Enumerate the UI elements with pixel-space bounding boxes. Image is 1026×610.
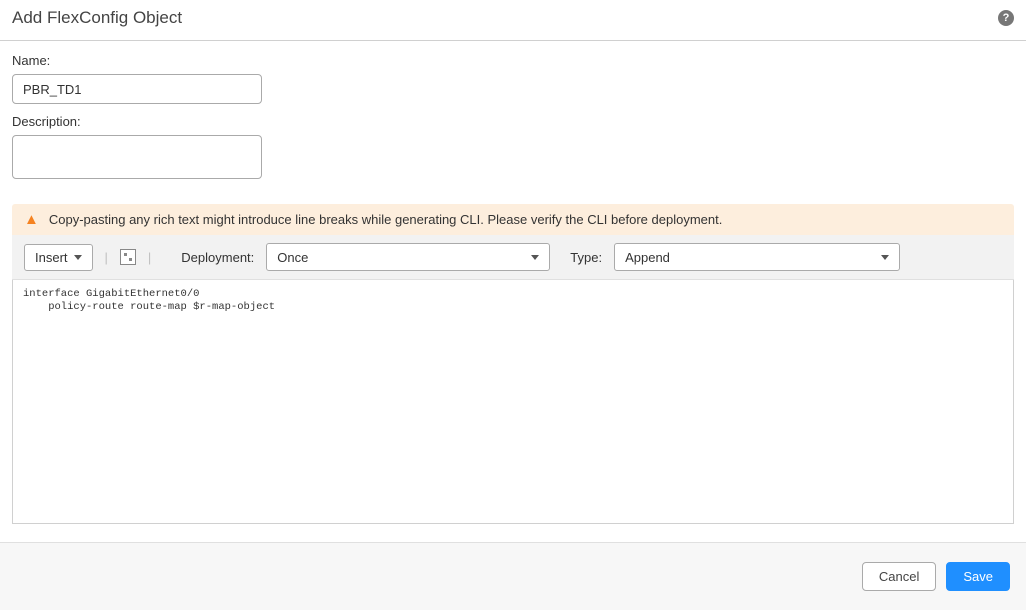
dialog-header: Add FlexConfig Object ? bbox=[0, 0, 1026, 41]
chevron-down-icon bbox=[881, 255, 889, 260]
warning-banner: ▲ Copy-pasting any rich text might intro… bbox=[12, 204, 1014, 235]
type-value: Append bbox=[625, 250, 670, 265]
type-select[interactable]: Append bbox=[614, 243, 900, 271]
deployment-select[interactable]: Once bbox=[266, 243, 550, 271]
dialog-title: Add FlexConfig Object bbox=[12, 8, 182, 28]
form-area: Name: Description: bbox=[0, 41, 1026, 204]
name-input[interactable] bbox=[12, 74, 262, 104]
deployment-value: Once bbox=[277, 250, 308, 265]
description-input[interactable] bbox=[12, 135, 262, 179]
save-button[interactable]: Save bbox=[946, 562, 1010, 591]
warning-text: Copy-pasting any rich text might introdu… bbox=[49, 212, 722, 227]
variable-icon[interactable] bbox=[120, 249, 136, 265]
toolbar-separator: | bbox=[105, 250, 108, 265]
description-label: Description: bbox=[12, 114, 1014, 129]
cancel-button[interactable]: Cancel bbox=[862, 562, 936, 591]
editor-toolbar: Insert | | Deployment: Once Type: Append bbox=[12, 235, 1014, 280]
help-icon[interactable]: ? bbox=[998, 10, 1014, 26]
cli-editor[interactable] bbox=[12, 280, 1014, 524]
toolbar-separator: | bbox=[148, 250, 151, 265]
deployment-label: Deployment: bbox=[181, 250, 254, 265]
warning-icon: ▲ bbox=[24, 212, 39, 227]
dialog-footer: Cancel Save bbox=[0, 542, 1026, 610]
type-label: Type: bbox=[570, 250, 602, 265]
editor-section: ▲ Copy-pasting any rich text might intro… bbox=[0, 204, 1026, 527]
name-label: Name: bbox=[12, 53, 1014, 68]
chevron-down-icon bbox=[531, 255, 539, 260]
insert-button[interactable]: Insert bbox=[24, 244, 93, 271]
chevron-down-icon bbox=[74, 255, 82, 260]
insert-button-label: Insert bbox=[35, 250, 68, 265]
